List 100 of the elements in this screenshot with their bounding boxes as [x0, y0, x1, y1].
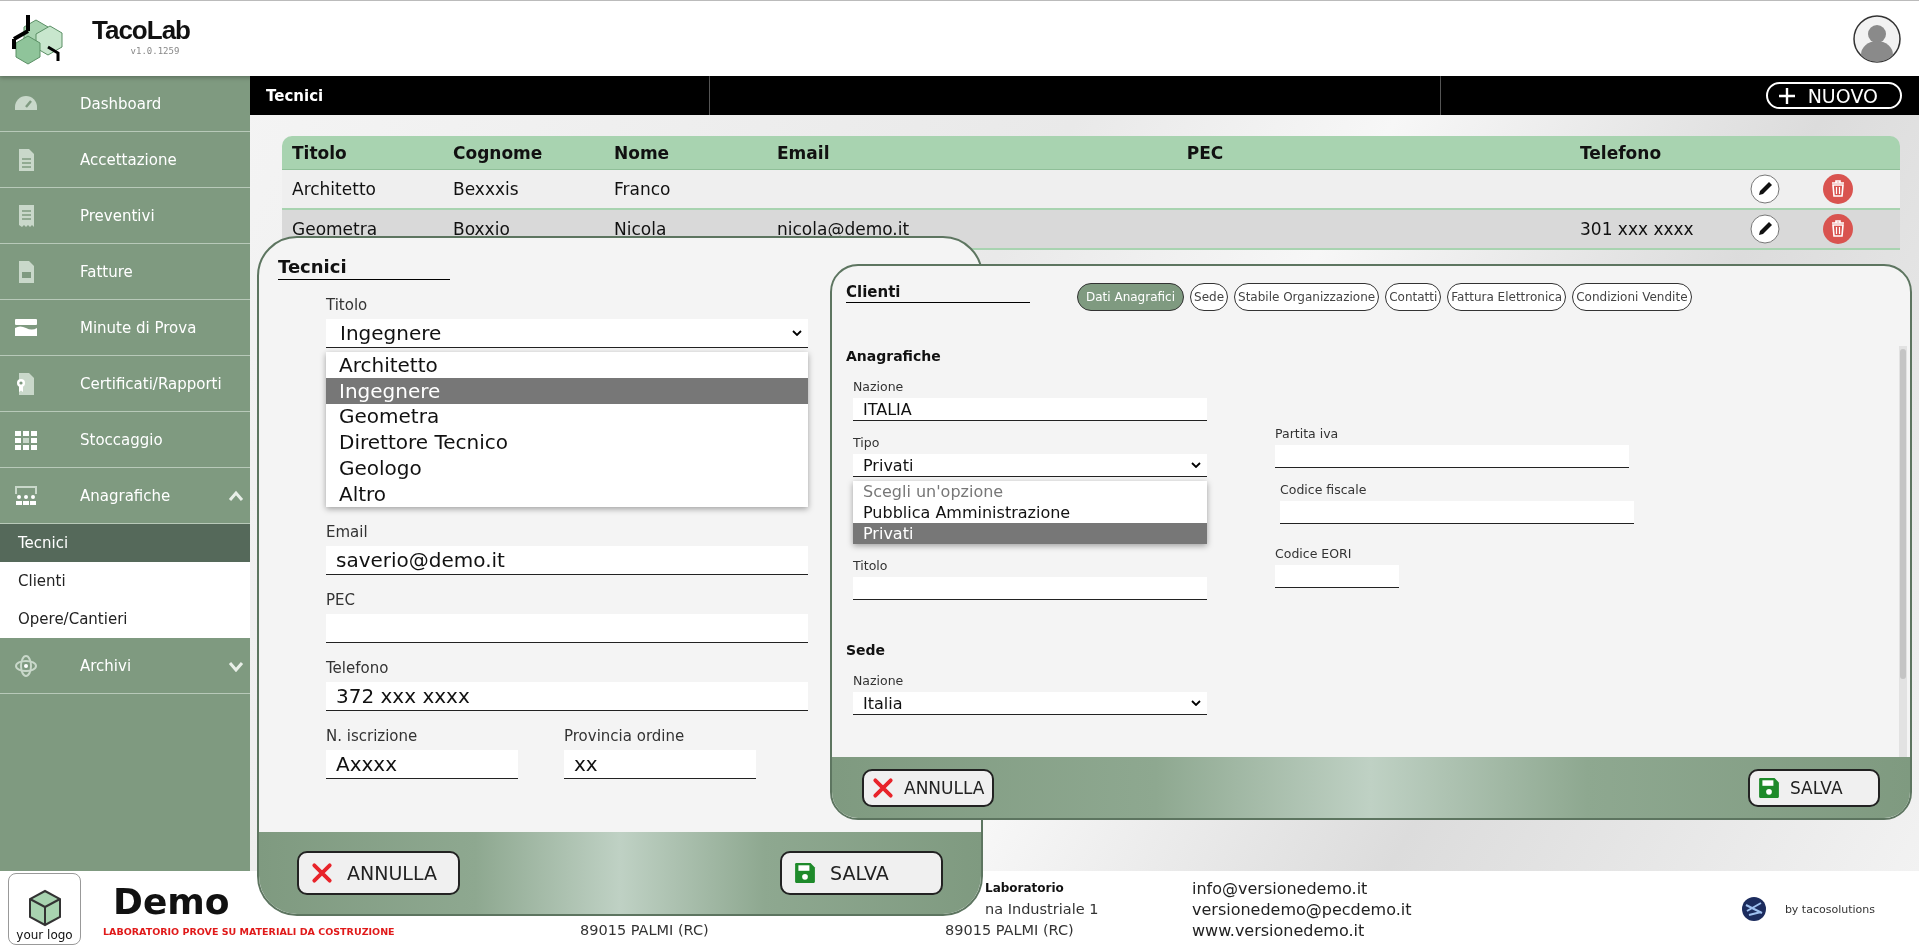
chevron-up-icon[interactable] — [228, 489, 244, 502]
sidebar-label: Accettazione — [80, 150, 177, 169]
field-label: N. iscrizione — [326, 726, 419, 745]
dropdown-option[interactable]: Ingegnere — [326, 377, 808, 404]
table-cell: Boxxio — [453, 219, 510, 239]
field-label: PEC — [326, 590, 356, 609]
dropdown-option[interactable]: Architetto — [326, 352, 808, 378]
tab[interactable]: Sede — [1190, 283, 1228, 311]
table-cell: nicola@demo.it — [777, 219, 910, 239]
column-header: Cognome — [453, 142, 544, 163]
select-field[interactable]: Privati — [853, 454, 1207, 477]
text-field[interactable] — [1280, 501, 1634, 524]
sidebar-label: Stoccaggio — [80, 430, 163, 449]
tab[interactable]: Contatti — [1385, 283, 1442, 311]
credit-text: by tacosolutions — [1784, 902, 1875, 916]
close-icon — [311, 862, 333, 884]
column-header: Titolo — [292, 142, 348, 163]
tab[interactable]: Stabile Organizzazione — [1234, 283, 1380, 311]
field-label: Tipo — [853, 435, 881, 450]
select-field[interactable]: Italia — [853, 692, 1207, 715]
chevron-down-icon — [1191, 700, 1201, 706]
section-title: Sede — [846, 642, 886, 658]
logo-drawing — [10, 12, 66, 65]
column-header: Nome — [614, 142, 671, 163]
chevron-down-icon[interactable] — [228, 659, 244, 672]
sidebar-subitem[interactable]: Opere/Cantieri — [0, 600, 250, 638]
scrollbar-thumb[interactable] — [1900, 349, 1906, 679]
trash-icon[interactable] — [1823, 214, 1853, 244]
field-label: Partita iva — [1275, 426, 1340, 441]
address-line: 89015 PALMI (RC) — [580, 921, 710, 940]
address-line: na Industriale 1 — [984, 900, 1100, 919]
select-field[interactable]: Ingegnere — [326, 319, 808, 348]
edit-icon[interactable] — [1750, 174, 1780, 204]
company-tagline: LABORATORIO PROVE SU MATERIALI DA COSTRUZIONE — [103, 926, 396, 937]
section-title: Anagrafiche — [846, 348, 941, 364]
sidebar-label: Fatture — [80, 262, 133, 281]
field-label: Email — [326, 522, 369, 541]
company-name: Demo — [113, 881, 231, 922]
new-button[interactable]: NUOVO — [1765, 82, 1902, 109]
contact-line: versionedemo@pecdemo.it — [1192, 898, 1412, 920]
field-label: Nazione — [853, 673, 905, 688]
app-name: TacoLab — [92, 15, 190, 46]
field-label: Telefono — [326, 658, 390, 677]
trash-icon[interactable] — [1823, 174, 1853, 204]
text-field[interactable] — [1275, 565, 1399, 588]
chevron-down-icon — [1191, 462, 1201, 468]
address-title: Laboratorio — [984, 880, 1065, 897]
version-label: v1.0.1259 — [130, 46, 180, 56]
text-field[interactable]: ITALIA — [853, 398, 1207, 421]
text-field[interactable] — [853, 577, 1207, 600]
dialog-title: Tecnici — [278, 256, 450, 280]
dropdown-option[interactable]: Privati — [853, 523, 1207, 544]
text-field[interactable]: 372 xxx xxxx — [326, 681, 808, 711]
table-cell: Architetto — [292, 179, 376, 199]
field-label: Nazione — [853, 379, 905, 394]
table-cell: Bexxxis — [453, 179, 519, 199]
chevron-down-icon — [792, 330, 802, 336]
text-field[interactable] — [1275, 445, 1629, 468]
field-label: Codice fiscale — [1280, 482, 1368, 497]
dropdown-option[interactable]: Geologo — [326, 455, 808, 481]
sidebar-label: Anagrafiche — [80, 486, 171, 505]
field-label: Titolo — [853, 558, 889, 573]
text-field[interactable] — [326, 613, 808, 643]
page-title: Tecnici — [265, 86, 324, 105]
sidebar-subitem[interactable]: Tecnici — [0, 524, 250, 562]
sidebar-label: Preventivi — [80, 206, 155, 225]
column-header: PEC — [1185, 142, 1225, 163]
tab[interactable]: Condizioni Vendite — [1572, 283, 1692, 311]
avatar-icon[interactable] — [1853, 14, 1901, 63]
dropdown-option[interactable]: Geometra — [326, 403, 808, 430]
edit-icon[interactable] — [1750, 214, 1780, 244]
table-cell: 301 xxx xxxx — [1580, 219, 1694, 239]
contact-line: www.versionedemo.it — [1192, 919, 1366, 941]
cancel-button[interactable]: ANNULLA — [862, 768, 994, 807]
field-label: Codice EORI — [1275, 546, 1353, 561]
field-label: Provincia ordine — [564, 726, 686, 745]
text-field[interactable]: Axxxx — [326, 749, 518, 779]
address-line: 89015 PALMI (RC) — [945, 921, 1075, 940]
tab[interactable]: Fattura Elettronica — [1447, 283, 1567, 311]
save-button[interactable]: SALVA — [1748, 768, 1880, 807]
sidebar-label: Archivi — [80, 656, 132, 675]
table-cell: Nicola — [614, 219, 667, 239]
sidebar-subitem[interactable]: Clienti — [0, 562, 250, 600]
table-cell: Geometra — [292, 219, 378, 239]
column-header: Email — [777, 142, 831, 163]
sidebar-label: Dashboard — [80, 94, 162, 113]
dropdown-option[interactable]: Altro — [326, 481, 808, 507]
field-label: Titolo — [326, 296, 369, 314]
text-field[interactable]: xx — [564, 749, 756, 779]
text-field[interactable]: saverio@demo.it — [326, 545, 808, 575]
cancel-button[interactable]: ANNULLA — [297, 851, 460, 895]
dropdown-option[interactable]: Direttore Tecnico — [326, 429, 808, 456]
dropdown-option[interactable]: Pubblica Amministrazione — [853, 502, 1207, 523]
table-cell: Franco — [614, 179, 671, 199]
sidebar-label: Certificati/Rapporti — [80, 374, 222, 393]
plus-icon — [1777, 86, 1796, 105]
save-button[interactable]: SALVA — [780, 851, 943, 895]
contact-line: info@versionedemo.it — [1192, 877, 1369, 899]
close-icon — [872, 776, 894, 799]
logo-text: your logo — [16, 928, 73, 942]
